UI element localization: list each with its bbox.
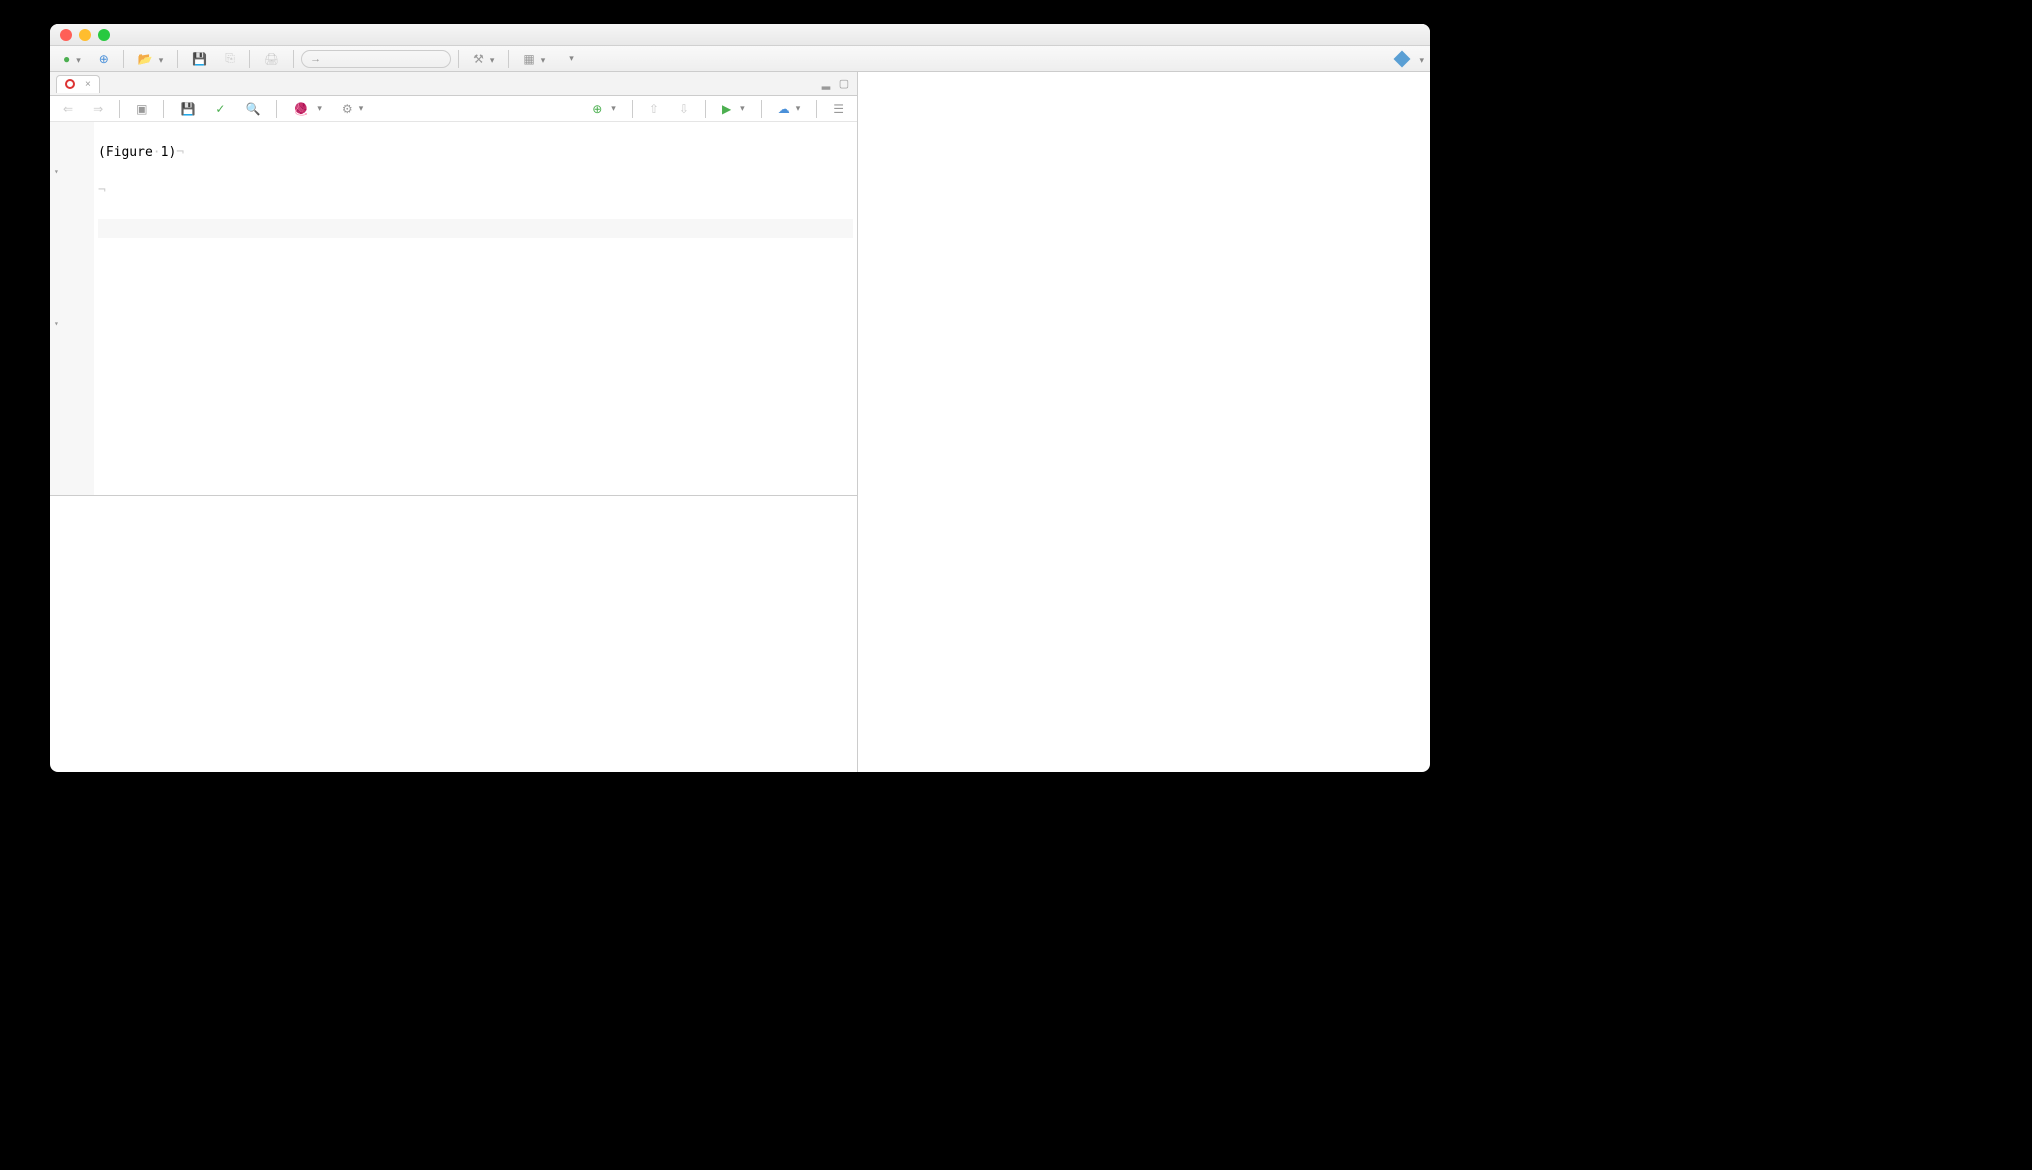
build-tools-button[interactable]: ⚒ (466, 49, 501, 69)
print-icon: 🖨 (264, 52, 279, 66)
line-gutter: ▾ ▾ (50, 122, 94, 495)
go-to-file-input[interactable]: → (301, 50, 451, 68)
maximize-pane-icon[interactable]: ▢ (837, 77, 851, 91)
popout-button[interactable]: ▣ (129, 99, 154, 119)
minimize-pane-icon[interactable]: ▂ (819, 77, 833, 91)
editor-area[interactable]: ▾ ▾ (50, 122, 857, 495)
open-file-button[interactable]: 📂 (131, 49, 170, 69)
source-pane: × ▂ ▢ ⇐ ⇒ ▣ 💾 ✓ 🔍 🧶 (50, 72, 857, 496)
rmd-icon (65, 79, 75, 89)
minimize-window-button[interactable] (79, 29, 91, 41)
save-icon: 💾 (192, 52, 207, 66)
save-all-button[interactable]: ⎘ (218, 48, 242, 69)
new-file-button[interactable]: ● (56, 49, 88, 69)
close-window-button[interactable] (60, 29, 72, 41)
find-button[interactable]: 🔍 (238, 99, 267, 119)
spellcheck-button[interactable]: ✓ (208, 99, 232, 119)
next-chunk-button[interactable]: ⇩ (672, 99, 696, 119)
prev-chunk-button[interactable]: ⇧ (642, 99, 666, 119)
hammer-icon: ⚒ (473, 52, 484, 66)
rstudio-window: ● ⊕ 📂 💾 ⎘ 🖨 → ⚒ ▦ (50, 24, 1430, 772)
run-icon: ▶ (722, 102, 731, 116)
close-tab-icon[interactable]: × (85, 79, 91, 90)
save-all-icon: ⎘ (225, 51, 235, 66)
plus-icon: ● (63, 52, 70, 66)
publish-icon: ☁ (778, 102, 790, 116)
gear-icon: ⚙ (342, 102, 353, 116)
grid-button[interactable]: ▦ (516, 49, 552, 69)
maximize-window-button[interactable] (98, 29, 110, 41)
back-button[interactable]: ⇐ (56, 99, 80, 119)
knit-button[interactable]: 🧶 (286, 99, 328, 119)
folder-open-icon: 📂 (138, 52, 153, 66)
titlebar[interactable] (50, 24, 1430, 46)
insert-chunk-button[interactable]: ⊕ (585, 99, 623, 119)
run-button[interactable]: ▶ (715, 99, 752, 119)
code-content[interactable]: (Figure·1)¬ ¬ (94, 122, 857, 495)
insert-icon: ⊕ (592, 102, 602, 116)
save-button[interactable]: 💾 (185, 49, 214, 69)
main-toolbar: ● ⊕ 📂 💾 ⎘ 🖨 → ⚒ ▦ (50, 46, 1430, 72)
project-selector[interactable] (1396, 52, 1424, 66)
save-source-button[interactable]: 💾 (173, 99, 202, 119)
source-tab-bar: × ▂ ▢ (50, 72, 857, 96)
outline-toggle-button[interactable]: ☰ (826, 99, 851, 119)
print-button[interactable]: 🖨 (257, 49, 286, 69)
arrow-right-icon: → (310, 53, 321, 65)
forward-button[interactable]: ⇒ (86, 99, 110, 119)
addins-button[interactable] (556, 50, 581, 67)
project-icon (1394, 50, 1411, 67)
traffic-lights (60, 29, 110, 41)
publish-button[interactable]: ☁ (771, 99, 808, 119)
gear-settings-button[interactable]: ⚙ (335, 99, 370, 119)
knit-icon: 🧶 (293, 102, 308, 116)
new-project-button[interactable]: ⊕ (92, 49, 116, 69)
source-tab-active[interactable]: × (56, 75, 100, 93)
grid-icon: ▦ (523, 52, 534, 66)
source-toolbar: ⇐ ⇒ ▣ 💾 ✓ 🔍 🧶 ⚙ ⊕ ⇧ ⇩ (50, 96, 857, 122)
project-plus-icon: ⊕ (99, 52, 109, 66)
